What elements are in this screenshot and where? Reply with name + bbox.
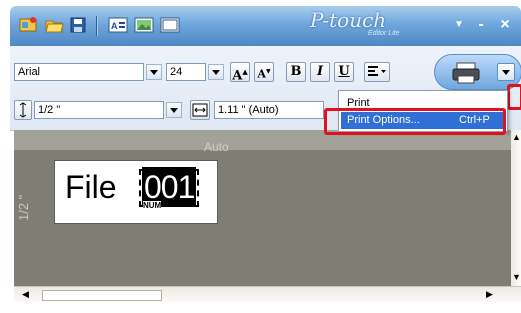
brand-logo: P-touch (310, 8, 387, 32)
new-label-icon[interactable] (18, 15, 38, 35)
menu-item-print[interactable]: Print (341, 95, 511, 112)
bold-button[interactable]: B (286, 62, 306, 82)
align-dropdown-button[interactable] (364, 62, 390, 82)
label-text[interactable]: File (65, 169, 117, 206)
app-brand: P-touch Editor Lite (310, 8, 420, 42)
chevron-down-icon (170, 108, 178, 113)
tape-width-dropdown-button[interactable] (166, 102, 182, 118)
tape-width-select[interactable]: 1/2 " (34, 101, 164, 119)
menu-item-print-label: Print (347, 97, 370, 109)
p-touch-editor-window: A P-touch Editor Lite ▼ - × Arial 24 A▲ … (0, 0, 521, 313)
printer-icon[interactable] (451, 61, 481, 85)
tape-width-ruler-label: 1/2 " (16, 194, 31, 222)
save-icon[interactable] (68, 15, 88, 35)
grow-font-label: A (232, 68, 243, 84)
italic-button[interactable]: I (310, 62, 330, 82)
scroll-down-arrow-icon[interactable]: ▼ (512, 272, 521, 282)
horizontal-scrollbar[interactable]: ◀ ▶ (14, 286, 521, 302)
chevron-down-icon (212, 70, 220, 75)
print-button-group (434, 54, 521, 90)
image-icon[interactable] (134, 15, 154, 35)
label-length-select[interactable]: 1.11 " (Auto) (214, 101, 324, 119)
title-bar: A P-touch Editor Lite ▼ - × (10, 6, 521, 46)
print-menu: Print Print Options... Ctrl+P (338, 90, 508, 132)
align-left-icon (368, 66, 386, 76)
scroll-up-arrow-icon[interactable]: ▲ (512, 132, 521, 142)
tape-width-icon[interactable] (14, 100, 32, 120)
font-size-select[interactable]: 24 (166, 63, 206, 81)
options-arrow-icon[interactable]: ▼ (450, 16, 468, 34)
numbering-field[interactable]: 001 NUM (139, 167, 199, 210)
text-icon[interactable]: A (108, 15, 128, 35)
grow-font-button[interactable]: A▲ (230, 62, 250, 84)
font-family-dropdown-button[interactable] (146, 64, 162, 80)
shrink-font-label: A (257, 67, 266, 81)
open-folder-icon[interactable] (44, 15, 64, 35)
label-preview[interactable]: File 001 NUM (54, 160, 218, 224)
frame-icon[interactable] (160, 15, 180, 35)
menu-item-print-options-shortcut: Ctrl+P (459, 114, 490, 126)
scroll-right-arrow-icon[interactable]: ▶ (486, 289, 493, 300)
label-canvas[interactable]: 1/2 " Auto File 001 NUM (14, 130, 511, 286)
svg-text:A: A (111, 21, 118, 31)
font-size-dropdown-button[interactable] (208, 64, 224, 80)
label-width-icon (192, 103, 208, 117)
canvas-top-strip (14, 130, 511, 150)
menu-item-print-options-label: Print Options... (347, 114, 420, 126)
font-family-select[interactable]: Arial (14, 63, 144, 81)
numbering-tag: NUM (143, 201, 162, 210)
menu-item-print-options[interactable]: Print Options... Ctrl+P (341, 112, 505, 129)
scroll-left-arrow-icon[interactable]: ◀ (22, 289, 29, 300)
label-length-icon[interactable] (190, 100, 210, 120)
brand-edition: Editor Lite (368, 30, 400, 37)
horizontal-scroll-thumb[interactable] (42, 290, 162, 301)
length-mode-label: Auto (204, 140, 229, 154)
minimize-button[interactable]: - (472, 16, 490, 34)
print-dropdown-button[interactable] (497, 63, 515, 81)
toolbar-separator (96, 16, 97, 36)
shrink-font-button[interactable]: A▼ (254, 62, 274, 82)
vertical-scrollbar[interactable]: ▲ ▼ (511, 130, 521, 286)
chevron-down-icon (150, 70, 158, 75)
tape-height-icon (19, 102, 27, 118)
underline-button[interactable]: U (334, 62, 354, 82)
chevron-down-icon (502, 70, 510, 75)
close-button[interactable]: × (496, 16, 514, 34)
